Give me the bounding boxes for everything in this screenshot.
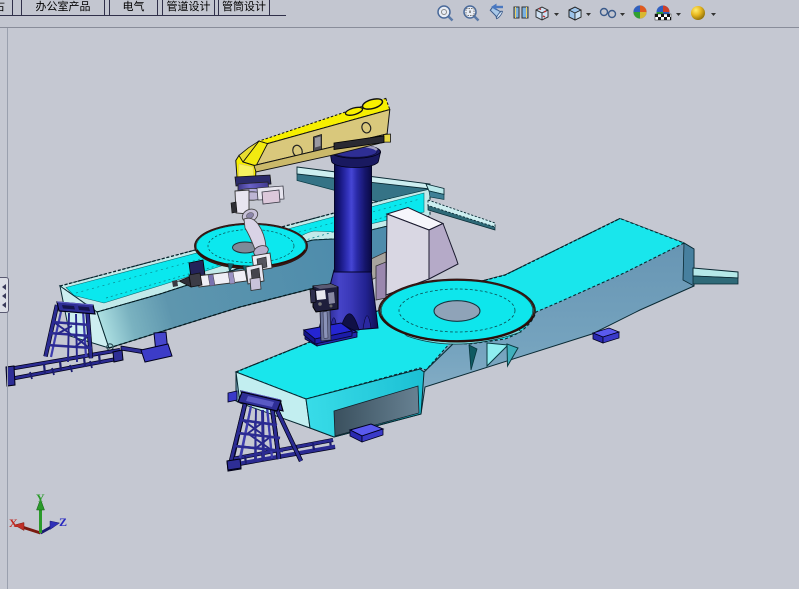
svg-text:Z: Z: [59, 515, 67, 529]
svg-text:X: X: [9, 516, 18, 530]
svg-text:Y: Y: [36, 491, 45, 505]
